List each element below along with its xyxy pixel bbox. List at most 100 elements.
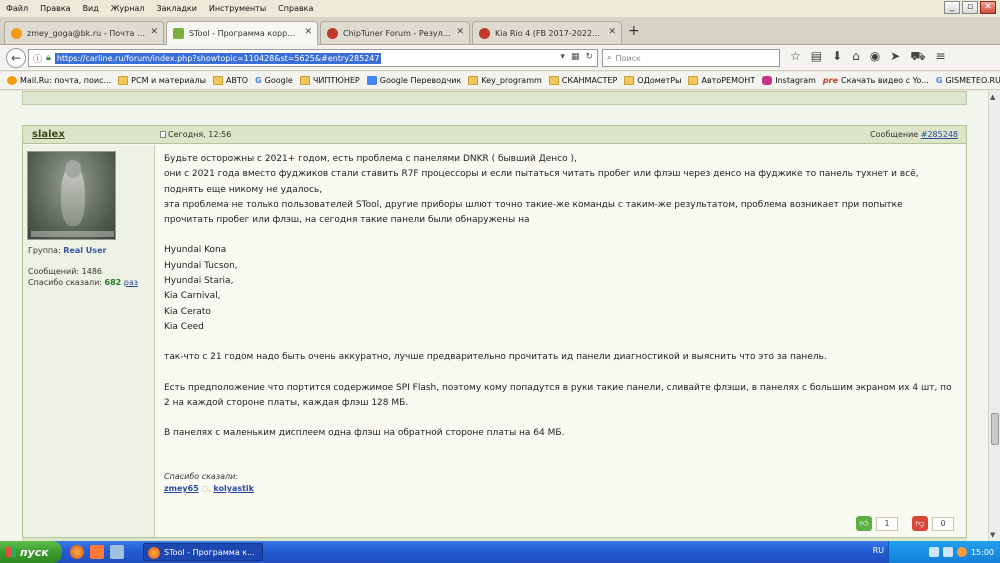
home-icon[interactable]: ⌂ [852,49,860,65]
tab-chiptuner[interactable]: ChipTuner Forum - Результа... ✕ [320,21,470,44]
reload-icon[interactable]: ↻ [585,52,593,62]
separator-icon: ◌, [201,484,211,493]
tab-kia[interactable]: Kia Rio 4 (FB 2017-2022) - Ch... ✕ [472,21,622,44]
thumbs-up-icon[interactable]: 👍︎ [856,516,872,531]
send-icon[interactable]: ➤ [890,49,900,65]
tab-stool[interactable]: STool - Программа коррекци... ✕ [166,21,318,45]
firefox-icon [148,547,160,559]
bookmark-folder[interactable]: ОДометРы [624,76,681,85]
bookmark-star-icon[interactable]: ☆ [790,49,801,65]
menu-history[interactable]: Журнал [111,4,145,13]
menu-edit[interactable]: Правка [40,4,70,13]
menu-tools[interactable]: Инструменты [209,4,266,13]
reader-icon[interactable]: ▦ [571,52,580,62]
back-button[interactable]: ← [6,47,26,68]
post-text-line: эта проблема не только пользователей STo… [164,199,903,226]
post-number: Сообщение #285248 [870,130,958,139]
app-icon[interactable] [110,545,124,559]
bookmark-folder[interactable]: ЧИПТЮНЕР [299,76,360,85]
bookmark-folder[interactable]: АвтоРЕМОНТ [688,76,755,85]
post-text-line: Будьте осторожны с 2021+ годом, есть про… [164,154,577,164]
post-text-line: Hyundai Tucson, [164,260,238,271]
tab-mail[interactable]: zmey_goga@bk.ru - Почта M... ✕ [4,21,164,44]
bookmark-folder[interactable]: АВТО [212,76,248,85]
tab-label: ChipTuner Forum - Результа... [343,28,463,38]
search-icon: ⌕ [607,53,612,62]
post-text-line: так-что с 21 годом надо быть очень аккур… [164,352,827,363]
download-icon[interactable]: ⬇ [832,49,842,65]
folder-icon [299,76,310,85]
menu-view[interactable]: Вид [83,4,99,13]
menu-help[interactable]: Справка [278,4,313,13]
bookmark-instagram[interactable]: Instagram [762,76,816,85]
scroll-down-icon[interactable]: ▼ [990,531,995,539]
url-text[interactable]: https://carline.ru/forum/index.php?showt… [54,52,382,64]
bookmark-folder[interactable]: Key_programm [468,76,542,85]
tab-label: zmey_goga@bk.ru - Почта M... [27,28,152,38]
bookmark-video[interactable]: pre Скачать видео с Yo... [823,76,929,85]
close-window-button[interactable]: ✕ [980,1,996,14]
address-bar[interactable]: ⓘ 🔒︎ https://carline.ru/forum/index.php?… [28,49,598,67]
bookmark-translate[interactable]: Google Переводчик [366,76,461,85]
thumbs-down-icon[interactable]: 👎︎ [912,516,928,531]
taskbar-item-firefox[interactable]: STool - Программа к... [143,543,263,561]
menu-bookmarks[interactable]: Закладки [156,4,196,13]
close-tab-icon[interactable]: ✕ [304,27,312,37]
post-username[interactable]: slalex [32,129,65,140]
document-icon [160,131,166,138]
scroll-up-icon[interactable]: ▲ [990,93,995,101]
language-indicator[interactable]: RU [873,546,884,555]
instagram-icon [762,76,773,85]
menu-bar: Файл Правка Вид Журнал Закладки Инструме… [0,0,1000,16]
avatar [27,151,116,240]
start-button[interactable]: пуск [0,541,62,563]
scrollbar-thumb[interactable] [991,413,999,445]
cart-icon[interactable]: ⛟ [910,49,925,65]
folder-icon [212,76,223,85]
thanked-user[interactable]: zmey65 [164,484,199,493]
mailru-icon [7,76,17,85]
close-tab-icon[interactable]: ✕ [608,27,616,37]
owl-head [65,160,81,178]
post-text-line: Hyundai Kona [164,245,227,256]
maximize-button[interactable]: ▫ [962,1,978,14]
thanked-user[interactable]: kolyastik [213,484,254,493]
page-scrollbar[interactable]: ▲ ▼ [988,91,1000,541]
new-tab-button[interactable]: + [628,23,640,39]
app-icon[interactable] [90,545,104,559]
firefox-icon[interactable] [70,545,84,559]
bookmark-mailru[interactable]: Mail.Ru: почта, поис... [7,76,111,85]
toolbar-icons: ☆ ▤ ⬇ ⌂ ◉ ➤ ⛟ ≡ [790,49,946,65]
post-text-line: Kia Carnival, [164,291,221,302]
bookmark-folder[interactable]: СКАНМАСТЕР [548,76,617,85]
chiptuner-icon [479,28,490,39]
close-tab-icon[interactable]: ✕ [456,27,464,37]
post-date: Сегодня, 12:56 [160,130,231,139]
menu-icon[interactable]: ≡ [935,49,945,65]
menu-file[interactable]: Файл [6,4,28,13]
close-tab-icon[interactable]: ✕ [150,27,158,37]
bookmark-google[interactable]: G Google [255,76,293,85]
folder-icon [548,76,559,85]
thanks-link[interactable]: раз [124,278,138,287]
info-icon[interactable]: ⓘ [33,52,42,65]
post-number-link[interactable]: #285248 [921,130,958,139]
pre-icon: pre [822,76,839,85]
group-name: Real User [63,246,107,255]
network-icon[interactable] [942,547,953,557]
minimize-button[interactable]: _ [944,1,960,14]
post-votes: 👍︎ 1 👎︎ 0 [856,516,954,531]
search-box[interactable]: ⌕ Поиск [602,49,780,67]
tray-icon[interactable] [928,547,939,557]
security-icon[interactable] [956,547,967,557]
pocket-icon[interactable]: ◉ [870,49,880,65]
post-text-line: они с 2021 года вместо фуджиков стали ст… [164,169,919,195]
library-icon[interactable]: ▤ [811,49,822,65]
tab-bar: zmey_goga@bk.ru - Почта M... ✕ STool - П… [0,17,1000,45]
bookmark-folder[interactable]: РСМ и материалы [118,76,206,85]
bookmark-gismeteo[interactable]: GGISMETEO.RU: Пого...» [936,76,1000,86]
dropdown-icon[interactable]: ▾ [560,52,565,62]
mail-icon [11,28,22,39]
